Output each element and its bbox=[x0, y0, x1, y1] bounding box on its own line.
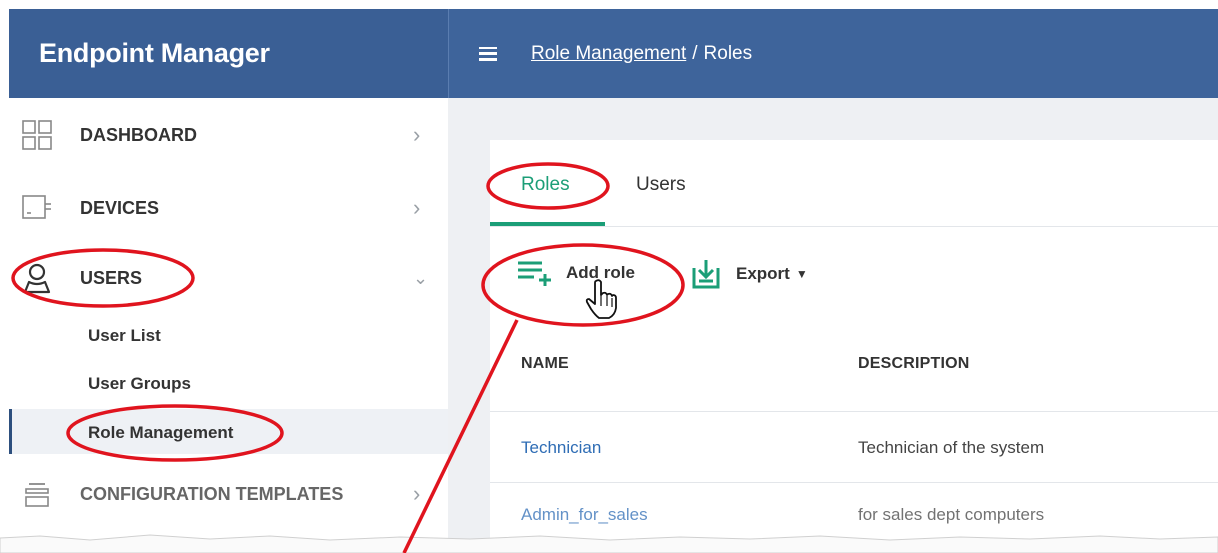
column-header-description[interactable]: DESCRIPTION bbox=[858, 355, 970, 373]
devices-icon bbox=[22, 195, 51, 219]
breadcrumb-role-management[interactable]: Role Management bbox=[531, 43, 686, 65]
sidebar-item-users[interactable]: USERS ⌄ bbox=[9, 243, 448, 313]
breadcrumb-separator: / bbox=[692, 42, 698, 64]
sidebar-item-dashboard[interactable]: DASHBOARD › bbox=[9, 100, 448, 170]
add-role-label: Add role bbox=[566, 263, 635, 282]
tab-roles[interactable]: Roles bbox=[521, 174, 570, 196]
add-role-button[interactable]: Add role bbox=[516, 258, 635, 288]
app-title: Endpoint Manager bbox=[9, 9, 448, 98]
sidebar-item-configuration-templates[interactable]: CONFIGURATION TEMPLATES › bbox=[9, 459, 448, 529]
chevron-down-icon: ⌄ bbox=[413, 267, 429, 288]
hamburger-menu-icon[interactable] bbox=[479, 46, 497, 61]
sidebar-item-label: CONFIGURATION TEMPLATES bbox=[80, 483, 344, 504]
export-label: Export bbox=[736, 264, 790, 283]
tab-users[interactable]: Users bbox=[636, 174, 686, 196]
user-icon bbox=[23, 263, 51, 294]
export-button[interactable]: Export ▼ bbox=[690, 258, 808, 290]
sidebar-sub-item-user-list[interactable]: User List bbox=[88, 326, 161, 346]
caret-down-icon: ▼ bbox=[795, 267, 808, 281]
table-row-name-link[interactable]: Admin_for_sales bbox=[521, 505, 648, 525]
sidebar-sub-item-user-groups[interactable]: User Groups bbox=[88, 374, 191, 394]
dashboard-grid-icon bbox=[22, 120, 52, 150]
top-header: Role Management / Roles bbox=[448, 9, 1218, 98]
export-download-icon bbox=[692, 260, 720, 289]
sidebar-item-label: DEVICES bbox=[80, 197, 160, 218]
table-row-description: Technician of the system bbox=[858, 438, 1045, 457]
configuration-templates-icon bbox=[25, 483, 49, 507]
sidebar-item-label: DASHBOARD bbox=[80, 124, 197, 145]
sidebar-sub-item-role-management[interactable]: Role Management bbox=[88, 423, 233, 443]
sidebar: DASHBOARD › DEVICES › USERS ⌄ User List … bbox=[9, 98, 448, 553]
column-header-name[interactable]: NAME bbox=[521, 355, 569, 373]
add-list-icon bbox=[518, 261, 551, 286]
torn-edge bbox=[0, 534, 1218, 553]
table-row-description: for sales dept computers bbox=[858, 505, 1045, 524]
tab-divider bbox=[490, 226, 1218, 227]
roles-panel bbox=[490, 140, 1218, 553]
table-header-divider bbox=[490, 411, 1218, 412]
sidebar-item-label: USERS bbox=[80, 267, 143, 288]
breadcrumb-current: Roles bbox=[703, 42, 753, 64]
table-row-name-link[interactable]: Technician bbox=[521, 438, 601, 458]
sidebar-item-devices[interactable]: DEVICES › bbox=[9, 173, 448, 243]
chevron-right-icon: › bbox=[413, 195, 421, 220]
chevron-right-icon: › bbox=[413, 481, 421, 506]
table-row-divider bbox=[490, 482, 1218, 483]
chevron-right-icon: › bbox=[413, 122, 421, 147]
